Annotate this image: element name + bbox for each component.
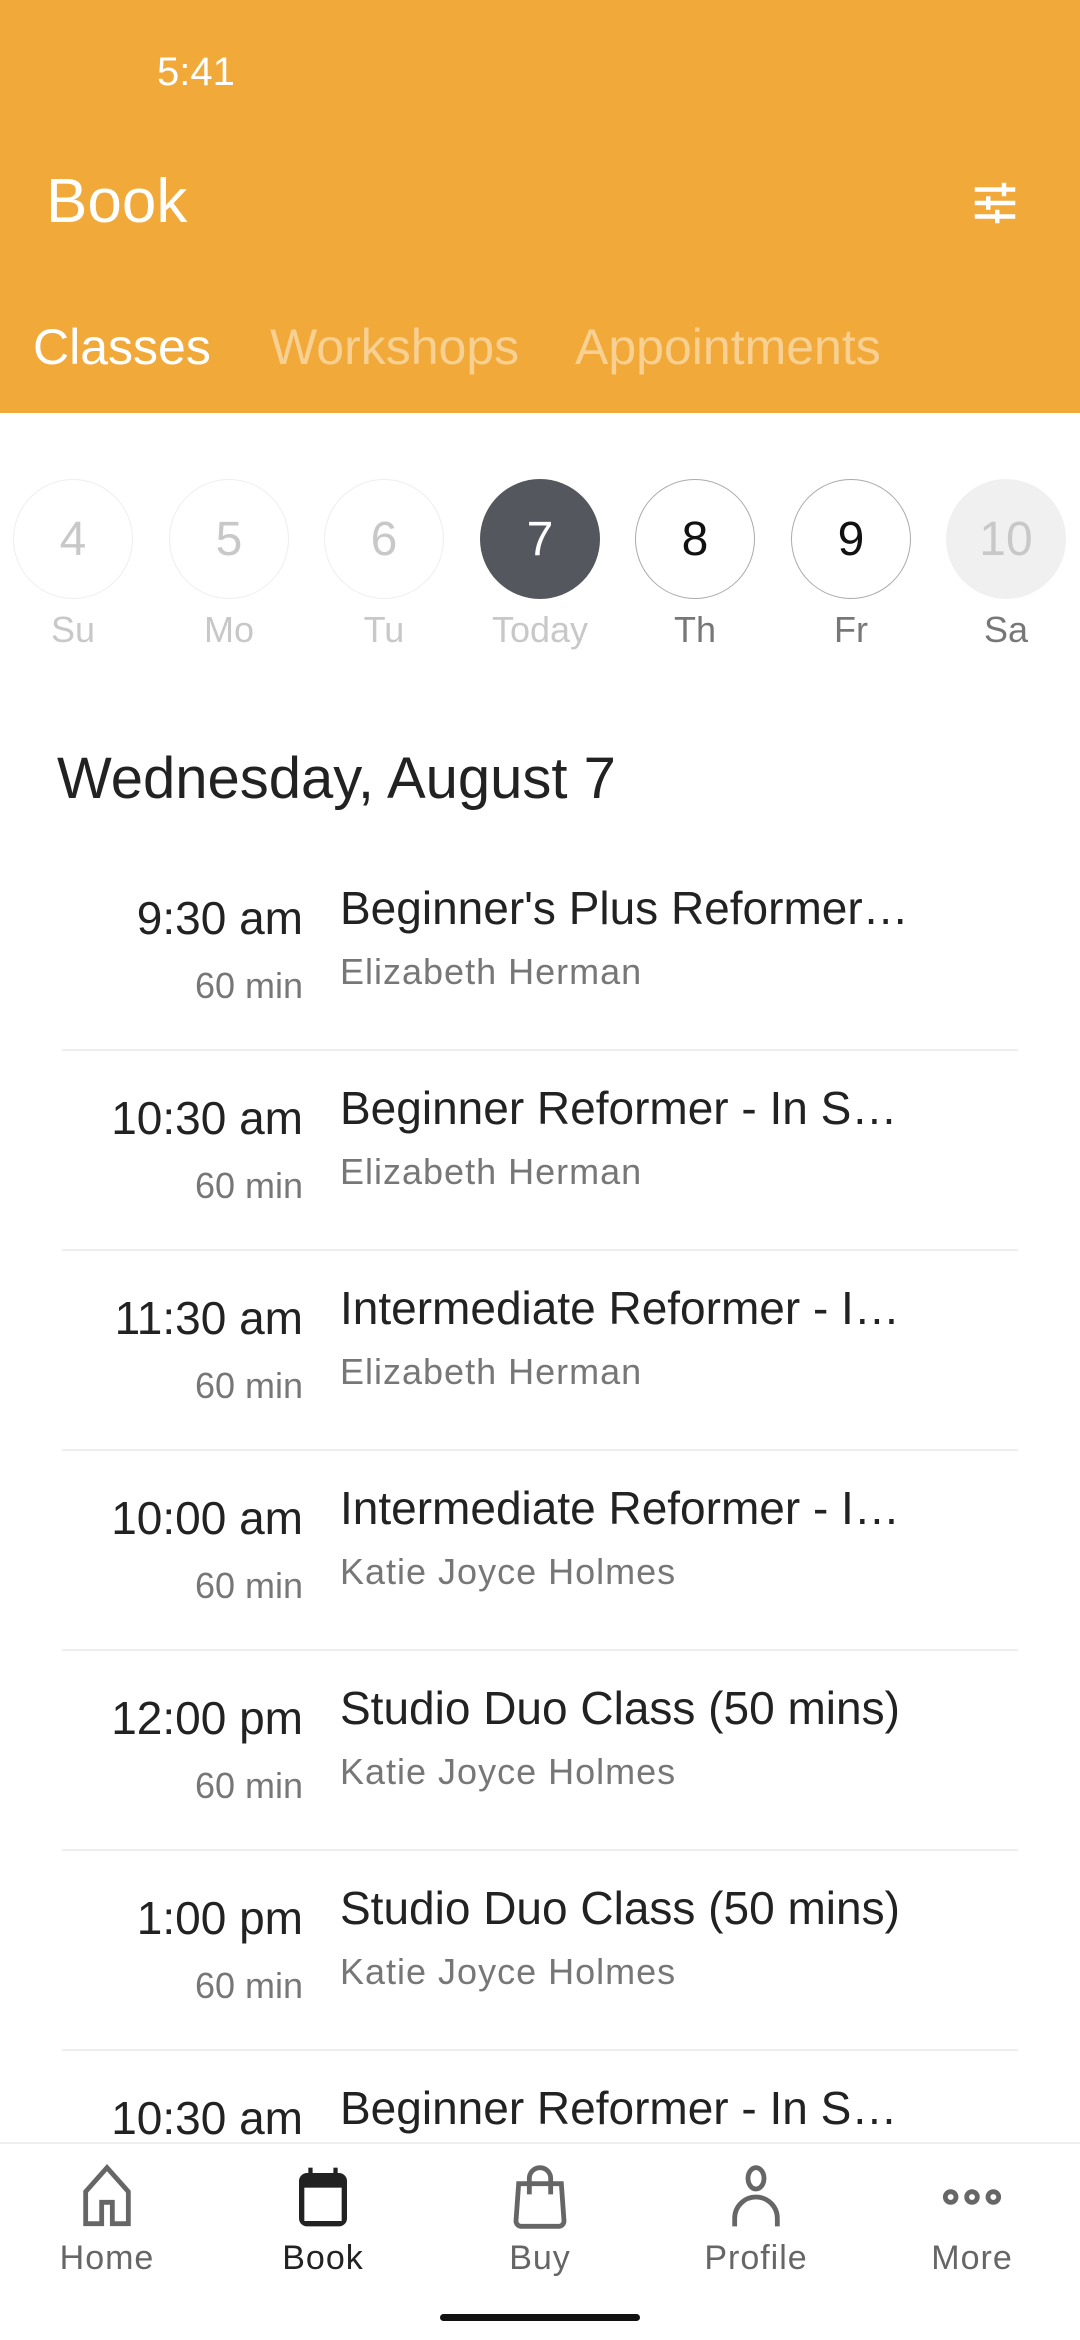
nav-label: Book xyxy=(282,2239,364,2277)
day-number: 6 xyxy=(324,479,444,599)
class-title: Studio Duo Class (50 mins) xyxy=(340,1682,900,1734)
class-row[interactable]: 10:30 am 60 min Beginner Reformer - In S… E… xyxy=(62,1051,1018,1251)
class-row[interactable]: 9:30 am 60 min Beginner's Plus Reformer… El… xyxy=(62,851,1018,1051)
class-row[interactable]: 11:30 am 60 min Intermediate Reformer - I…… xyxy=(62,1251,1018,1451)
class-duration: 60 min xyxy=(194,1165,303,1206)
class-row[interactable]: 10:30 am Beginner Reformer - In S… xyxy=(62,2051,1018,2142)
class-duration: 60 min xyxy=(194,1365,303,1406)
class-instructor: Elizabeth Herman xyxy=(340,951,643,992)
class-time: 11:30 am xyxy=(114,1292,303,1344)
day-7-today[interactable]: 7 Today xyxy=(470,479,610,651)
day-label: Mo xyxy=(203,609,254,650)
status-time: 5:41 xyxy=(157,50,235,94)
bottom-nav: Home Book Buy Profile More xyxy=(0,2142,1080,2340)
class-time: 10:00 am xyxy=(111,1492,303,1544)
home-icon xyxy=(83,2164,131,2227)
class-list[interactable]: 9:30 am 60 min Beginner's Plus Reformer… El… xyxy=(0,851,1080,2142)
class-instructor: Katie Joyce Holmes xyxy=(340,1751,677,1792)
class-time: 10:30 am xyxy=(111,1092,303,1144)
class-title: Intermediate Reformer - I… xyxy=(340,1282,900,1334)
tab-workshops[interactable]: Workshops xyxy=(270,318,519,376)
class-duration: 60 min xyxy=(194,1965,303,2006)
class-title: Beginner Reformer - In S… xyxy=(340,2082,898,2134)
nav-home[interactable]: Home xyxy=(27,2164,187,2278)
class-duration: 60 min xyxy=(194,1565,303,1606)
day-number: 10 xyxy=(946,479,1066,599)
class-title: Studio Duo Class (50 mins) xyxy=(340,1882,900,1934)
nav-more[interactable]: More xyxy=(892,2164,1052,2278)
nav-label: Home xyxy=(59,2239,155,2277)
day-label: Fr xyxy=(834,609,868,650)
class-time: 1:00 pm xyxy=(136,1892,303,1944)
day-number: 9 xyxy=(791,479,911,599)
sliders-icon[interactable] xyxy=(968,176,1022,230)
day-label: Tu xyxy=(363,609,405,650)
class-row[interactable]: 1:00 pm 60 min Studio Duo Class (50 mins) K… xyxy=(62,1851,1018,2051)
class-instructor: Katie Joyce Holmes xyxy=(340,1951,677,1992)
class-time: 12:00 pm xyxy=(111,1692,303,1744)
week-day-picker: 4 Su 5 Mo 6 Tu 7 Today 8 Th 9 Fr 10 Sa xyxy=(0,479,1080,659)
class-duration: 60 min xyxy=(194,965,303,1006)
class-time: 10:30 am xyxy=(111,2092,303,2142)
tab-classes[interactable]: Classes xyxy=(33,318,211,376)
class-title: Beginner's Plus Reformer… xyxy=(340,882,909,934)
day-label: Sa xyxy=(983,609,1029,650)
day-number: 4 xyxy=(13,479,133,599)
day-label: Today xyxy=(491,609,589,650)
more-icon xyxy=(942,2189,1002,2205)
day-number: 8 xyxy=(635,479,755,599)
calendar-icon xyxy=(299,2167,347,2227)
day-number: 7 xyxy=(480,479,600,599)
class-title: Intermediate Reformer - I… xyxy=(340,1482,900,1534)
page-title: Book xyxy=(46,167,188,236)
class-row[interactable]: 10:00 am 60 min Intermediate Reformer - I…… xyxy=(62,1451,1018,1651)
class-instructor: Elizabeth Herman xyxy=(340,1351,643,1392)
class-instructor: Elizabeth Herman xyxy=(340,1151,643,1192)
nav-profile[interactable]: Profile xyxy=(676,2164,836,2278)
class-duration: 60 min xyxy=(194,1765,303,1806)
date-heading: Wednesday, August 7 xyxy=(57,746,616,811)
day-label: Su xyxy=(50,609,96,650)
day-label: Th xyxy=(673,609,716,650)
shopping-bag-icon xyxy=(513,2165,567,2229)
day-4[interactable]: 4 Su xyxy=(3,479,143,651)
class-instructor: Katie Joyce Holmes xyxy=(340,1551,677,1592)
nav-label: Buy xyxy=(509,2239,571,2277)
day-6[interactable]: 6 Tu xyxy=(314,479,454,651)
day-8[interactable]: 8 Th xyxy=(625,479,765,651)
class-title: Beginner Reformer - In S… xyxy=(340,1082,898,1134)
day-9[interactable]: 9 Fr xyxy=(781,479,921,651)
day-10[interactable]: 10 Sa xyxy=(936,479,1076,651)
person-icon xyxy=(732,2165,780,2227)
nav-buy[interactable]: Buy xyxy=(460,2164,620,2278)
nav-book[interactable]: Book xyxy=(243,2164,403,2278)
tab-appointments[interactable]: Appointments xyxy=(575,318,881,376)
nav-label: Profile xyxy=(704,2239,808,2277)
home-indicator[interactable] xyxy=(440,2314,640,2321)
class-row[interactable]: 12:00 pm 60 min Studio Duo Class (50 mins)… xyxy=(62,1651,1018,1851)
day-number: 5 xyxy=(169,479,289,599)
nav-label: More xyxy=(931,2239,1013,2277)
class-time: 9:30 am xyxy=(136,892,303,944)
day-5[interactable]: 5 Mo xyxy=(159,479,299,651)
app-header: 5:41 Book Classes Workshops Appointments xyxy=(0,0,1080,413)
